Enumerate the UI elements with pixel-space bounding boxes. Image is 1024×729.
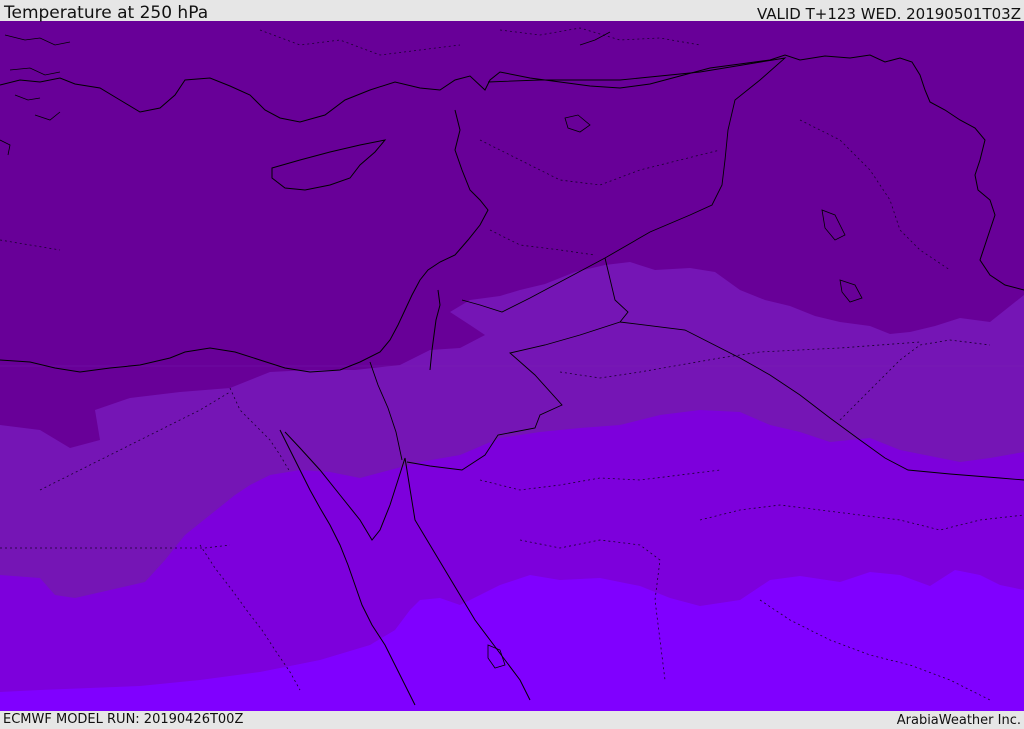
header-bar: Temperature at 250 hPa VALID T+123 WED. …	[0, 0, 1024, 23]
valid-time-label: VALID T+123 WED. 20190501T03Z	[756, 5, 1021, 23]
footer-bar: ECMWF MODEL RUN: 20190426T00Z ArabiaWeat…	[0, 711, 1024, 729]
temperature-map[interactable]	[0, 21, 1024, 711]
map-title: Temperature at 250 hPa	[4, 3, 209, 23]
brand-label: ArabiaWeather Inc.	[896, 713, 1021, 728]
model-run-label: ECMWF MODEL RUN: 20190426T00Z	[3, 712, 244, 727]
